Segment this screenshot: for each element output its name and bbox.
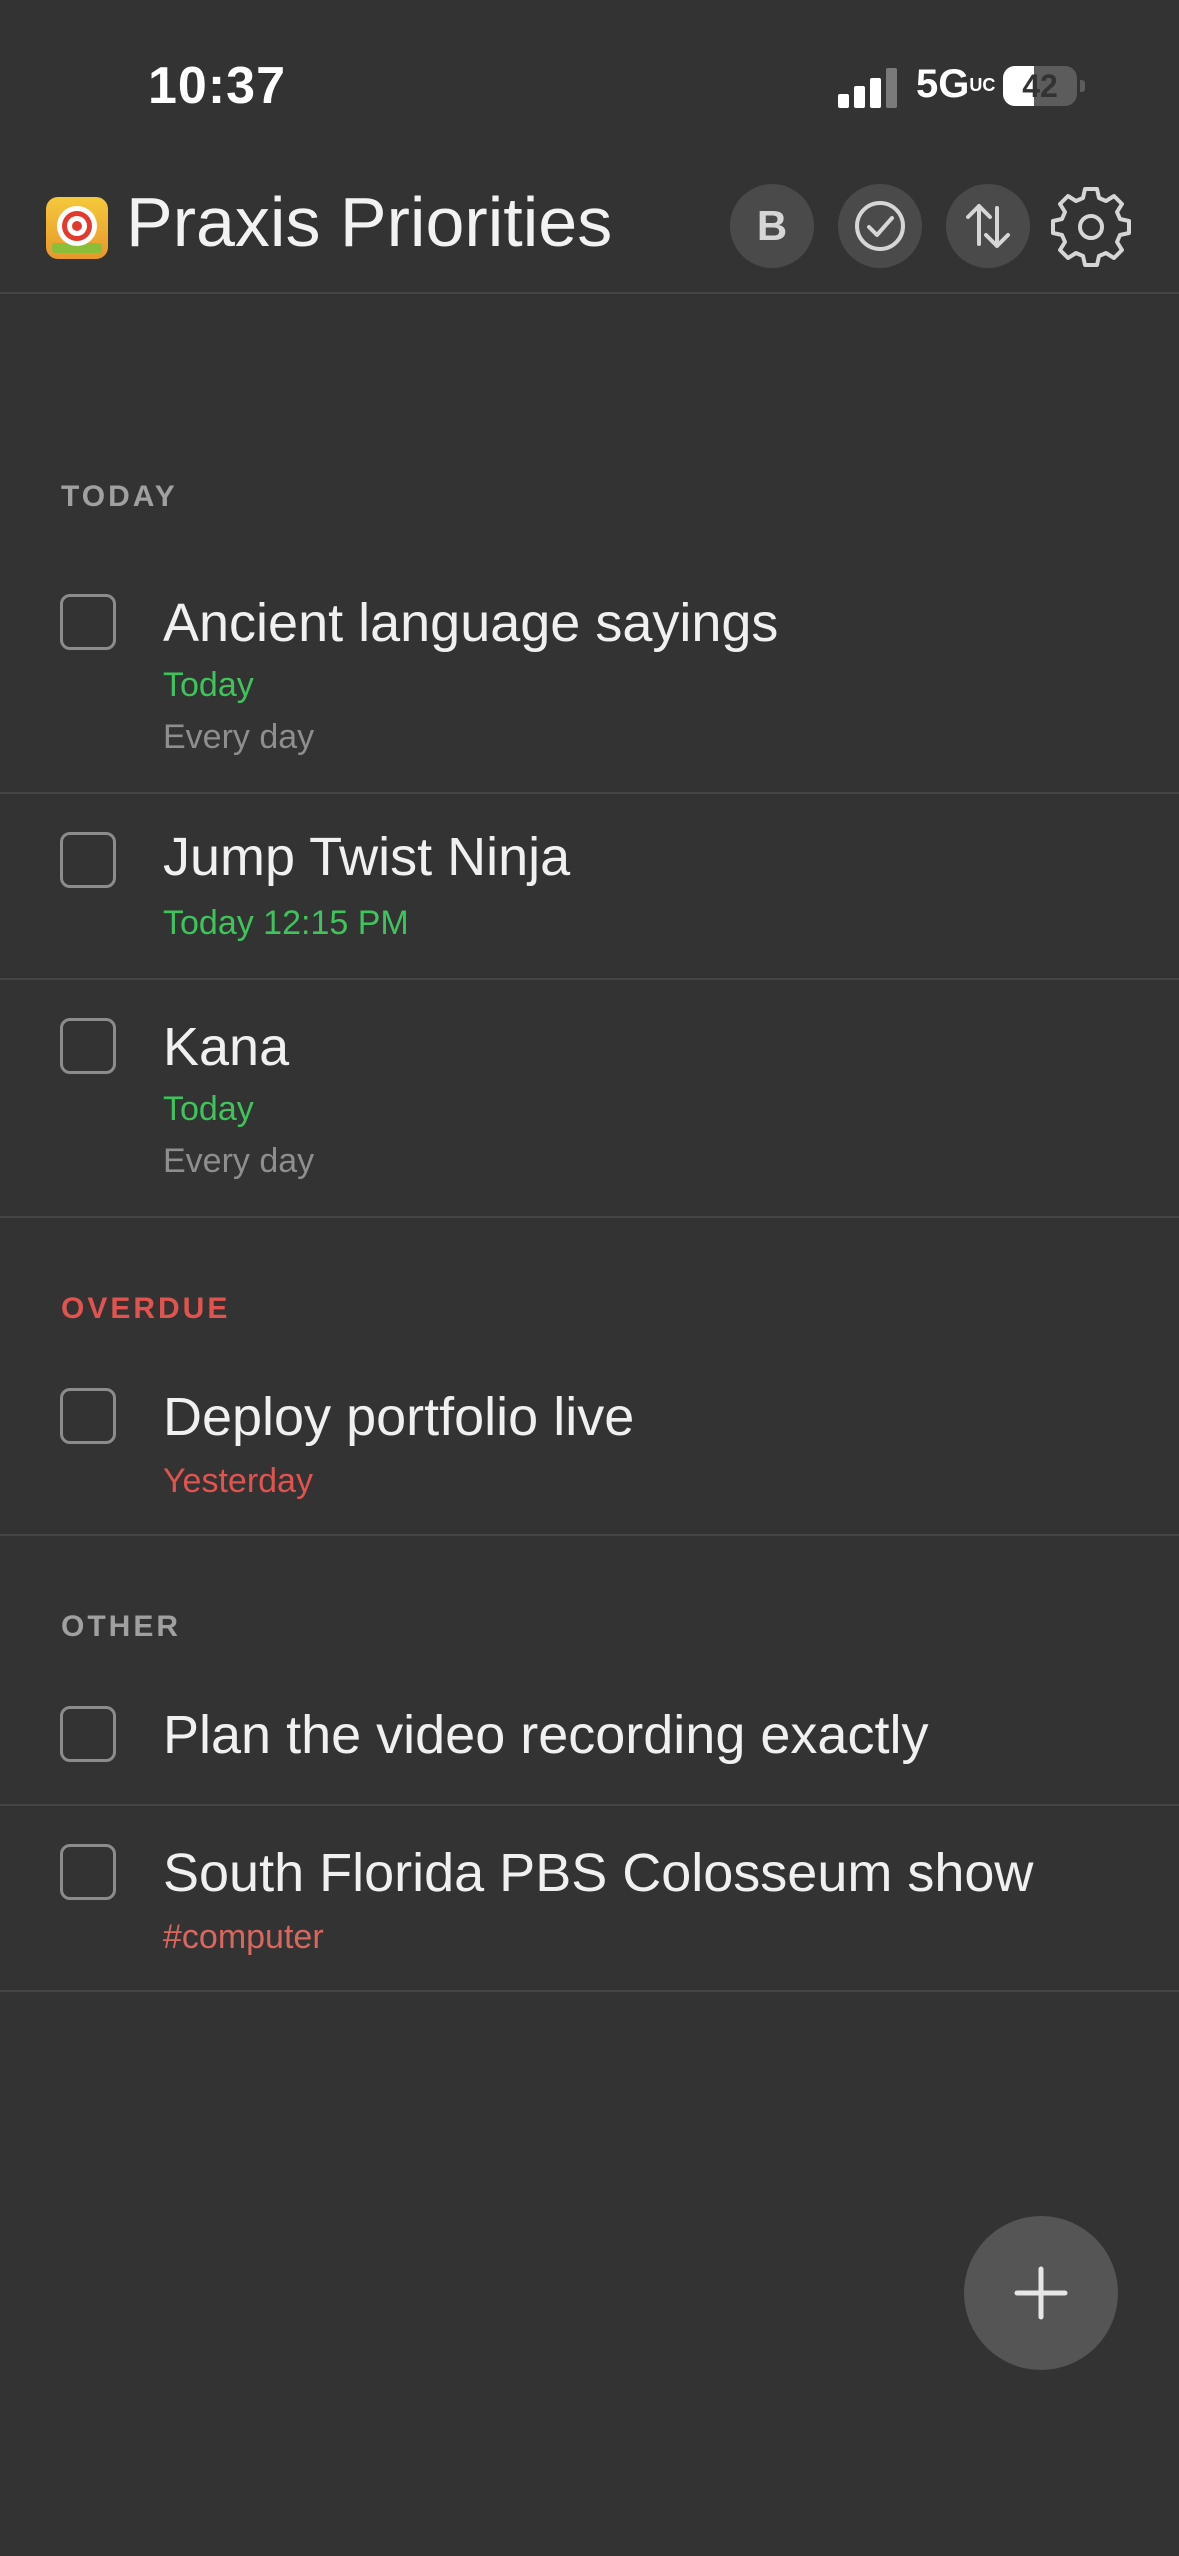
task-row[interactable]: Ancient language sayings Today Every day	[0, 572, 1179, 794]
task-title: Jump Twist Ninja	[163, 827, 571, 887]
network-type: 5GUC	[916, 62, 995, 107]
task-checkbox[interactable]	[60, 1018, 116, 1074]
task-checkbox[interactable]	[60, 594, 116, 650]
task-tag[interactable]: #computer	[163, 1918, 324, 1957]
network-label: 5G	[916, 62, 970, 106]
app-header: Praxis Priorities B	[0, 160, 1179, 294]
page-title: Praxis Priorities	[126, 183, 613, 261]
task-row[interactable]: Kana Today Every day	[0, 980, 1179, 1218]
network-suffix: UC	[969, 75, 996, 95]
completed-tasks-button[interactable]	[838, 184, 922, 268]
task-title: Kana	[163, 1017, 290, 1077]
target-icon	[46, 197, 108, 259]
task-due-date: Today	[163, 666, 254, 704]
task-due-date: Today	[163, 1090, 254, 1128]
section-header-other: OTHER	[61, 1610, 181, 1643]
task-checkbox[interactable]	[60, 1388, 116, 1444]
task-due-date: Yesterday	[163, 1462, 313, 1500]
task-due-date: Today 12:15 PM	[163, 904, 409, 942]
task-row[interactable]: Jump Twist Ninja Today 12:15 PM	[0, 794, 1179, 980]
task-title: South Florida PBS Colosseum show	[163, 1843, 1034, 1903]
task-row[interactable]: Deploy portfolio live Yesterday	[0, 1350, 1179, 1536]
cellular-signal-icon	[838, 68, 898, 108]
section-header-overdue: OVERDUE	[61, 1292, 231, 1325]
status-time: 10:37	[148, 57, 286, 115]
task-repeat: Every day	[163, 1142, 315, 1180]
sort-arrows-icon	[966, 204, 1010, 248]
add-task-button[interactable]	[964, 2216, 1118, 2370]
task-title: Ancient language sayings	[163, 593, 779, 653]
check-circle-icon	[855, 201, 905, 251]
task-checkbox[interactable]	[60, 1706, 116, 1762]
battery-percent: 42	[1022, 68, 1058, 104]
plus-icon	[1014, 2266, 1068, 2320]
sort-button[interactable]	[946, 184, 1030, 268]
task-row[interactable]: South Florida PBS Colosseum show #comput…	[0, 1806, 1179, 1992]
section-header-today: TODAY	[61, 480, 178, 513]
task-row[interactable]: Plan the video recording exactly	[0, 1668, 1179, 1806]
task-repeat: Every day	[163, 718, 315, 756]
battery-icon: 42	[1003, 66, 1077, 106]
status-bar: 10:37 5GUC 42	[0, 0, 1179, 150]
task-title: Plan the video recording exactly	[163, 1705, 929, 1765]
battery-tip	[1080, 80, 1085, 92]
task-title: Deploy portfolio live	[163, 1387, 635, 1447]
task-checkbox[interactable]	[60, 832, 116, 888]
gear-icon	[1051, 187, 1131, 267]
settings-button[interactable]	[1050, 186, 1132, 268]
task-checkbox[interactable]	[60, 1844, 116, 1900]
avatar-button[interactable]: B	[730, 184, 814, 268]
